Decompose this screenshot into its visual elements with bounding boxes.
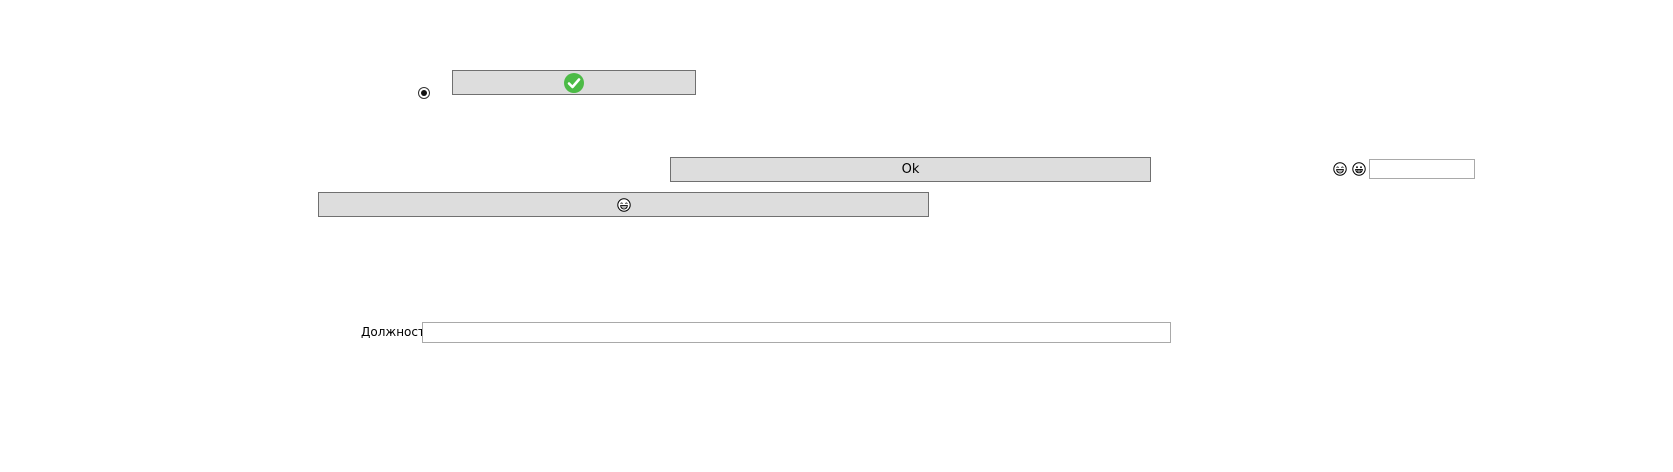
radio-selected-dot [421,90,427,96]
grinning-face-icon[interactable] [1352,162,1366,176]
radio-button[interactable] [418,87,430,99]
check-circle-icon [564,72,584,93]
ok-button-label: Ok [901,162,920,177]
laughing-face-icon [616,197,631,212]
position-input[interactable] [422,322,1171,343]
laughing-face-icon[interactable] [1333,162,1347,176]
side-input[interactable] [1369,159,1475,179]
check-button[interactable] [452,70,696,95]
emoji-button[interactable] [318,192,929,217]
ok-button[interactable]: Ok [670,157,1151,182]
